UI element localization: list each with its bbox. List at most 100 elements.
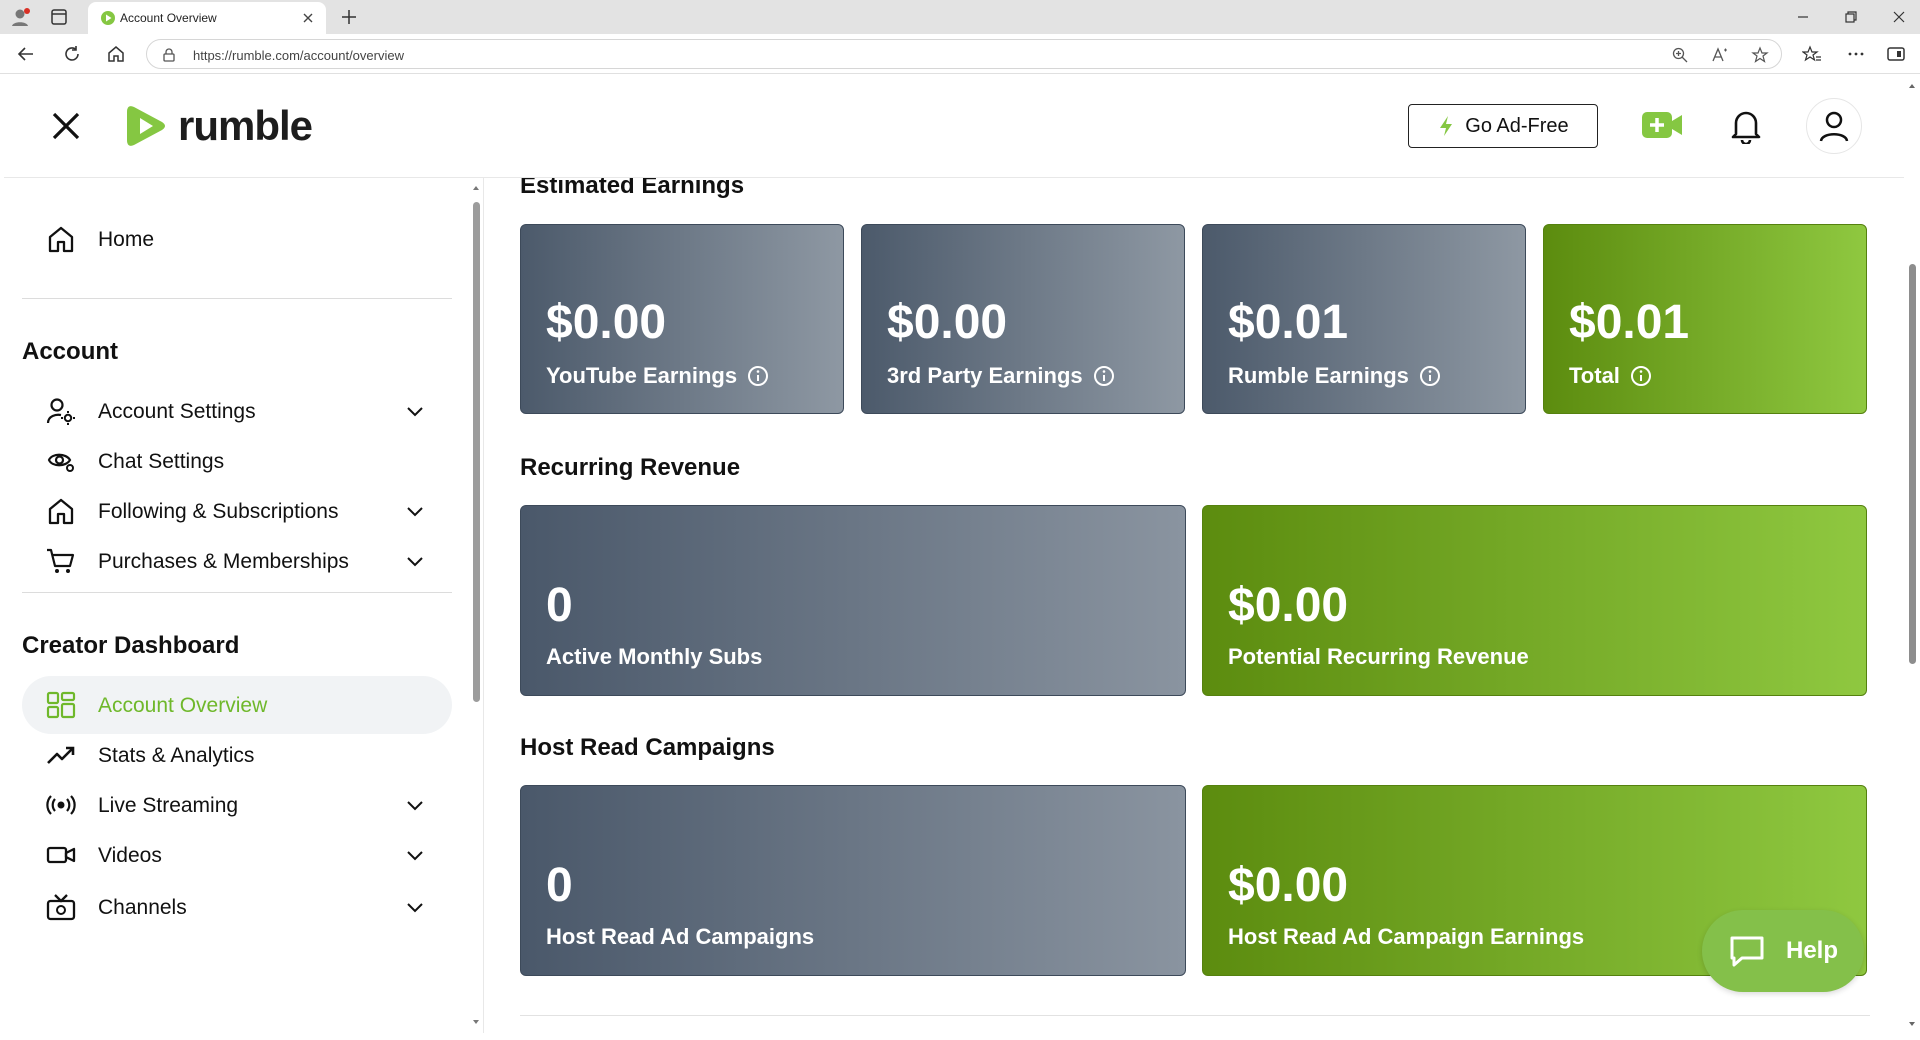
sidebar-item-home[interactable]: Home bbox=[22, 210, 452, 268]
sidebar-item-label: Purchases & Memberships bbox=[98, 550, 349, 573]
tv-channel-icon bbox=[46, 894, 76, 921]
sidebar-item-label: Channels bbox=[98, 896, 187, 919]
help-button[interactable]: Help bbox=[1702, 910, 1864, 992]
potential-recurring-revenue-value: $0.00 bbox=[1228, 579, 1349, 632]
lock-icon[interactable] bbox=[161, 47, 177, 63]
page-scroll-up-icon[interactable] bbox=[1908, 82, 1916, 90]
info-icon[interactable] bbox=[747, 365, 769, 387]
chevron-down-icon[interactable] bbox=[406, 798, 424, 812]
sidebar-item-channels[interactable]: Channels bbox=[22, 878, 452, 936]
help-label: Help bbox=[1785, 937, 1838, 964]
tab-title: Account Overview bbox=[120, 11, 217, 25]
lightning-icon bbox=[1440, 116, 1453, 136]
rumble-earnings-value: $0.01 bbox=[1228, 296, 1349, 349]
close-tab-icon[interactable] bbox=[300, 10, 316, 26]
go-ad-free-label: Go Ad-Free bbox=[1465, 114, 1569, 137]
info-icon[interactable] bbox=[1419, 365, 1441, 387]
sidebar-divider bbox=[22, 592, 452, 593]
host-read-ad-campaigns-card: 0 Host Read Ad Campaigns bbox=[520, 785, 1186, 976]
home-icon bbox=[48, 226, 74, 253]
site-header: rumble Go Ad-Free bbox=[4, 74, 1904, 178]
rumble-earnings-card: $0.01 Rumble Earnings bbox=[1202, 224, 1526, 414]
active-monthly-subs-value: 0 bbox=[546, 579, 573, 632]
reload-icon[interactable] bbox=[62, 44, 82, 64]
host-read-ad-earnings-value: $0.00 bbox=[1228, 859, 1349, 912]
rumble-earnings-label: Rumble Earnings bbox=[1228, 363, 1409, 388]
sidebar-item-label: Account Overview bbox=[98, 694, 268, 717]
shopping-cart-icon bbox=[47, 548, 75, 573]
user-settings-icon bbox=[46, 398, 75, 425]
minimize-icon[interactable] bbox=[1794, 8, 1812, 26]
more-options-icon[interactable] bbox=[1846, 44, 1866, 64]
scroll-down-arrow-icon[interactable] bbox=[472, 1018, 480, 1026]
browser-tab-account-overview[interactable]: Account Overview bbox=[88, 2, 326, 34]
active-monthly-subs-label: Active Monthly Subs bbox=[546, 644, 763, 669]
info-icon[interactable] bbox=[1630, 365, 1652, 387]
favorite-star-icon[interactable] bbox=[1751, 46, 1769, 64]
url-text: https://rumble.com/account/overview bbox=[193, 48, 404, 63]
zoom-icon[interactable] bbox=[1671, 46, 1689, 64]
favorites-icon[interactable] bbox=[1802, 44, 1822, 64]
third-party-earnings-caption: 3rd Party Earnings bbox=[887, 363, 1115, 389]
sidebar-scroll-thumb[interactable] bbox=[473, 202, 480, 702]
sidebar-item-label: Videos bbox=[98, 844, 162, 867]
user-avatar-button[interactable] bbox=[1806, 98, 1862, 154]
rumble-earnings-caption: Rumble Earnings bbox=[1228, 363, 1441, 389]
restore-icon[interactable] bbox=[1842, 8, 1860, 26]
potential-recurring-revenue-card: $0.00 Potential Recurring Revenue bbox=[1202, 505, 1867, 696]
sidebar-divider bbox=[22, 298, 452, 299]
sidebar-item-videos[interactable]: Videos bbox=[22, 826, 452, 884]
new-tab-icon[interactable] bbox=[340, 8, 358, 26]
chevron-down-icon[interactable] bbox=[406, 554, 424, 568]
youtube-earnings-label: YouTube Earnings bbox=[546, 363, 738, 388]
following-home-icon bbox=[48, 498, 74, 525]
close-menu-icon[interactable] bbox=[48, 108, 84, 144]
live-broadcast-icon bbox=[46, 795, 76, 815]
sidebar-item-purchases-memberships[interactable]: Purchases & Memberships bbox=[22, 532, 452, 590]
info-icon[interactable] bbox=[1093, 365, 1115, 387]
sidebar-scrollbar[interactable] bbox=[469, 178, 483, 1033]
main-content: Estimated Earnings $0.00 YouTube Earning… bbox=[486, 178, 1890, 1033]
estimated-earnings-heading: Estimated Earnings bbox=[520, 178, 745, 199]
total-earnings-label: Total bbox=[1569, 363, 1620, 388]
creator-dashboard-heading: Creator Dashboard bbox=[22, 632, 240, 659]
page-scroll-down-icon[interactable] bbox=[1908, 1020, 1916, 1028]
youtube-earnings-value: $0.00 bbox=[546, 296, 667, 349]
browser-address-bar: https://rumble.com/account/overview bbox=[0, 34, 1920, 74]
rumble-logo[interactable]: rumble bbox=[122, 100, 313, 152]
chevron-down-icon[interactable] bbox=[406, 504, 424, 518]
third-party-earnings-value: $0.00 bbox=[887, 296, 1008, 349]
read-aloud-icon[interactable] bbox=[1711, 46, 1729, 64]
sidebar-item-label: Following & Subscriptions bbox=[98, 500, 339, 523]
profile-icon[interactable] bbox=[10, 7, 32, 27]
browser-tab-bar: Account Overview bbox=[0, 0, 1920, 34]
video-camera-icon bbox=[46, 846, 76, 864]
sidebar-item-label: Home bbox=[98, 228, 155, 251]
notifications-bell-icon[interactable] bbox=[1728, 106, 1764, 144]
active-monthly-subs-card: 0 Active Monthly Subs bbox=[520, 505, 1186, 696]
tab-actions-icon[interactable] bbox=[50, 8, 68, 26]
total-earnings-caption: Total bbox=[1569, 363, 1652, 389]
potential-recurring-revenue-label: Potential Recurring Revenue bbox=[1228, 644, 1529, 669]
sidebar-toggle-icon[interactable] bbox=[1886, 44, 1906, 64]
total-earnings-value: $0.01 bbox=[1569, 296, 1690, 349]
third-party-earnings-card: $0.00 3rd Party Earnings bbox=[861, 224, 1185, 414]
upload-video-icon[interactable] bbox=[1640, 108, 1684, 142]
chevron-down-icon[interactable] bbox=[406, 404, 424, 418]
scroll-up-arrow-icon[interactable] bbox=[472, 184, 480, 192]
back-icon[interactable] bbox=[16, 44, 36, 64]
home-browser-icon[interactable] bbox=[106, 44, 126, 64]
chevron-down-icon[interactable] bbox=[406, 848, 424, 862]
host-read-ad-earnings-label: Host Read Ad Campaign Earnings bbox=[1228, 924, 1585, 949]
chat-settings-icon bbox=[47, 453, 74, 472]
url-field[interactable]: https://rumble.com/account/overview bbox=[146, 39, 1782, 69]
page-scrollbar[interactable] bbox=[1904, 74, 1920, 1040]
host-read-ad-campaigns-value: 0 bbox=[546, 859, 573, 912]
chevron-down-icon[interactable] bbox=[406, 900, 424, 914]
recurring-revenue-heading: Recurring Revenue bbox=[520, 454, 741, 481]
go-ad-free-button[interactable]: Go Ad-Free bbox=[1408, 104, 1598, 148]
close-window-icon[interactable] bbox=[1890, 8, 1908, 26]
page-scroll-thumb[interactable] bbox=[1909, 264, 1916, 664]
youtube-earnings-card: $0.00 YouTube Earnings bbox=[520, 224, 844, 414]
account-heading: Account bbox=[22, 338, 118, 365]
